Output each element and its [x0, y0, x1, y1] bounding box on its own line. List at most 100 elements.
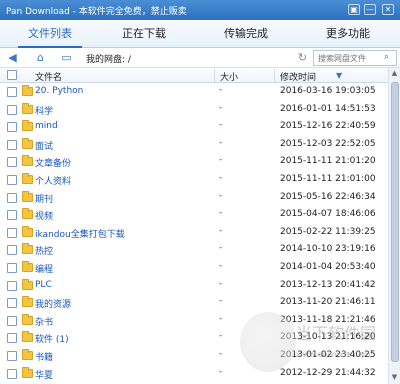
file-name[interactable]: 软件 (1)	[35, 332, 69, 345]
file-size: -	[219, 190, 223, 201]
file-modified-time: 2013-11-20 21:46:11	[280, 297, 376, 308]
folder-icon	[22, 243, 33, 255]
file-row[interactable]: 个人资料 - 2015-11-11 21:01:00	[0, 171, 388, 189]
vertical-scrollbar[interactable]: ▲ ▼	[388, 68, 400, 384]
file-row[interactable]: PLC - 2013-12-13 20:41:42	[0, 277, 388, 295]
file-size: -	[219, 85, 223, 95]
folder-icon	[22, 208, 33, 220]
file-modified-time: 2016-03-16 19:03:05	[280, 86, 376, 96]
row-checkbox[interactable]	[7, 245, 17, 256]
close-button[interactable]: ✕	[382, 4, 394, 15]
file-name[interactable]: ikandou全集打包下载	[35, 227, 125, 240]
tab-downloading[interactable]: 正在下载	[112, 20, 176, 48]
search-icon[interactable]: ⌕	[384, 52, 389, 62]
file-row[interactable]: 面试 - 2015-12-03 22:52:05	[0, 136, 388, 154]
back-arrow-icon[interactable]: ◀	[6, 51, 19, 64]
file-modified-time: 2015-12-16 22:40:59	[280, 121, 376, 132]
file-modified-time: 2015-11-11 21:01:00	[280, 174, 376, 184]
file-size: -	[219, 261, 223, 271]
row-checkbox[interactable]	[7, 298, 17, 309]
file-name[interactable]: 科学	[35, 104, 53, 117]
file-size: -	[219, 137, 223, 148]
file-size: -	[219, 173, 223, 183]
folder-icon	[22, 173, 33, 184]
row-checkbox[interactable]	[7, 139, 17, 150]
column-header-time[interactable]: 修改时间	[280, 70, 316, 83]
row-checkbox[interactable]	[7, 122, 17, 133]
path-bar: ◀ ⌂ ▭ 我的网盘: / ↻ ⌕	[0, 48, 400, 68]
file-name[interactable]: 视频	[35, 209, 53, 222]
row-checkbox[interactable]	[7, 87, 17, 97]
column-divider[interactable]	[214, 69, 215, 82]
folder-icon	[22, 313, 33, 325]
refresh-icon[interactable]: ↻	[296, 51, 309, 64]
row-checkbox[interactable]	[7, 192, 17, 203]
file-row[interactable]: 华夏 - 2012-12-29 21:44:32	[0, 365, 388, 383]
row-checkbox[interactable]	[7, 227, 17, 238]
file-row[interactable]: 我的资源 - 2013-11-20 21:46:11	[0, 294, 388, 312]
row-checkbox[interactable]	[7, 315, 17, 326]
file-name[interactable]: PLC	[35, 280, 52, 290]
file-name[interactable]: 面试	[35, 139, 53, 152]
row-checkbox[interactable]	[7, 280, 17, 291]
file-name[interactable]: 我的资源	[35, 297, 71, 310]
scroll-down-icon[interactable]: ▼	[389, 372, 400, 383]
column-header-size[interactable]: 大小	[220, 70, 238, 83]
file-row[interactable]: 热控 - 2014-10-10 23:19:16	[0, 241, 388, 259]
row-checkbox[interactable]	[7, 351, 17, 361]
file-row[interactable]: 视频 - 2015-04-07 18:46:06	[0, 206, 388, 224]
watermark-text: 当下软件园	[296, 324, 377, 343]
column-divider[interactable]	[274, 69, 275, 82]
file-size: -	[219, 366, 223, 377]
folder-icon	[22, 102, 33, 114]
row-checkbox[interactable]	[7, 175, 17, 185]
tab-bar: 文件列表 正在下载 传输完成 更多功能	[0, 20, 400, 48]
folder-icon	[22, 85, 33, 96]
file-row[interactable]: mind - 2015-12-16 22:40:59	[0, 118, 388, 136]
file-name[interactable]: 书籍	[35, 350, 53, 363]
file-row[interactable]: 期刊 - 2015-05-16 22:46:34	[0, 189, 388, 207]
file-row[interactable]: ikandou全集打包下载 - 2015-02-22 11:39:25	[0, 224, 388, 242]
tab-completed[interactable]: 传输完成	[214, 20, 278, 48]
file-name[interactable]: 20. Python	[35, 86, 83, 96]
folder-icon	[22, 349, 33, 360]
file-row[interactable]: 20. Python - 2016-03-16 19:03:05	[0, 83, 388, 101]
tab-more-features[interactable]: 更多功能	[316, 20, 380, 48]
file-row[interactable]: 编程 - 2014-01-04 20:53:40	[0, 259, 388, 277]
file-modified-time: 2015-02-22 11:39:25	[280, 226, 376, 237]
file-name[interactable]: 期刊	[35, 192, 53, 205]
file-size: -	[219, 296, 223, 307]
file-row[interactable]: 文章备份 - 2015-11-11 21:01:20	[0, 153, 388, 171]
file-size: -	[219, 331, 223, 342]
file-row[interactable]: 科学 - 2016-01-01 14:51:53	[0, 101, 388, 119]
row-checkbox[interactable]	[7, 157, 17, 168]
row-checkbox[interactable]	[7, 368, 17, 379]
row-checkbox[interactable]	[7, 333, 17, 344]
file-name[interactable]: 热控	[35, 244, 53, 257]
file-name[interactable]: 杂书	[35, 315, 53, 328]
row-checkbox[interactable]	[7, 210, 17, 221]
file-name[interactable]: 华夏	[35, 368, 53, 381]
tab-file-list[interactable]: 文件列表	[18, 20, 82, 48]
file-name[interactable]: mind	[35, 121, 58, 131]
scroll-up-icon[interactable]: ▲	[389, 68, 400, 79]
scrollbar-thumb[interactable]	[391, 82, 399, 362]
column-header-name[interactable]: 文件名	[35, 70, 62, 83]
file-modified-time: 2015-04-07 18:46:06	[280, 209, 376, 220]
folder-icon	[22, 366, 33, 378]
sort-desc-icon: ▼	[336, 71, 343, 80]
watermark-url: www.downxia.com	[296, 350, 371, 359]
file-size: -	[219, 225, 223, 236]
folder-up-icon[interactable]: ▭	[60, 51, 73, 64]
home-icon[interactable]: ⌂	[34, 51, 47, 64]
minimize-button[interactable]: —	[364, 4, 376, 15]
row-checkbox[interactable]	[7, 104, 17, 115]
folder-icon	[22, 261, 33, 272]
row-checkbox[interactable]	[7, 263, 17, 273]
file-name[interactable]: 文章备份	[35, 156, 71, 169]
restore-button[interactable]: ▣	[348, 4, 360, 15]
select-all-checkbox[interactable]	[7, 70, 17, 80]
file-name[interactable]: 个人资料	[35, 174, 71, 187]
file-name[interactable]: 编程	[35, 262, 53, 275]
folder-icon	[22, 137, 33, 149]
